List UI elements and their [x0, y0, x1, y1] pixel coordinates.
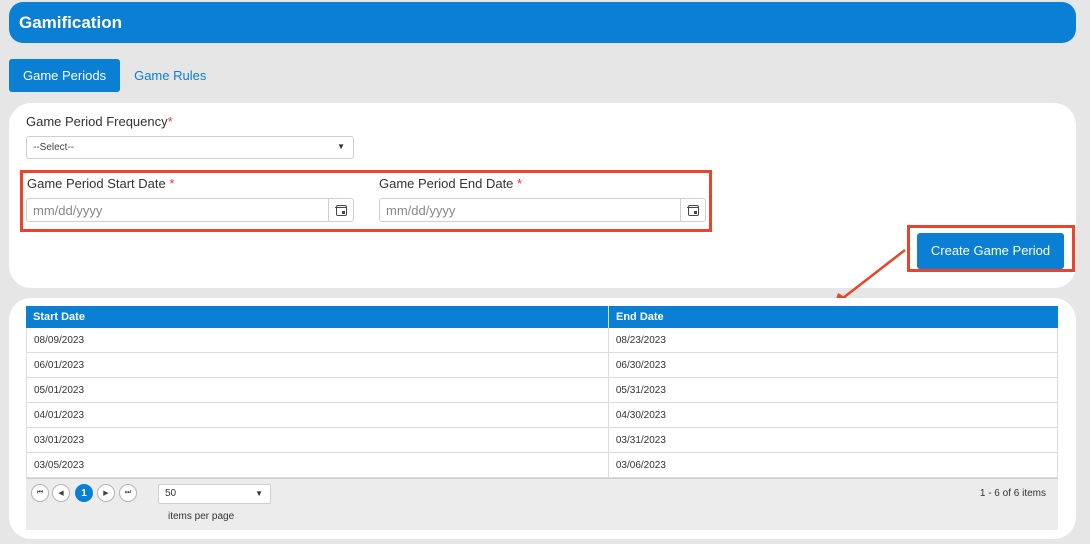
table-row[interactable]: 04/01/2023 04/30/2023	[26, 403, 1058, 428]
start-date-cell: 04/01/2023	[27, 403, 609, 427]
pager-info: 1 - 6 of 6 items	[979, 488, 1046, 499]
pager: ⏮ ◀ 1 ▶ ⏭ 50 ▼ items per page 1 - 6 of 6…	[26, 478, 1058, 530]
start-date-cell: 03/01/2023	[27, 428, 609, 452]
start-date-cell: 06/01/2023	[27, 353, 609, 377]
first-page-button[interactable]: ⏮	[31, 484, 49, 502]
caret-down-icon: ▼	[255, 489, 263, 498]
end-date-cell: 03/06/2023	[615, 460, 666, 471]
previous-page-button[interactable]: ◀	[52, 484, 70, 502]
page-size-select[interactable]: 50 ▼	[158, 484, 271, 504]
last-page-button[interactable]: ⏭	[119, 484, 137, 502]
table-row[interactable]: 03/05/2023 03/06/2023	[26, 453, 1058, 478]
game-periods-grid: Start Date End Date 08/09/2023 08/23/202…	[26, 306, 1058, 530]
end-date-cell: 08/23/2023	[615, 335, 666, 346]
next-page-button[interactable]: ▶	[97, 484, 115, 502]
end-date-cell: 06/30/2023	[615, 360, 666, 371]
end-date-cell: 04/30/2023	[615, 410, 666, 421]
items-per-page-label: items per page	[168, 511, 235, 522]
end-date-cell: 05/31/2023	[615, 385, 666, 396]
start-date-cell: 03/05/2023	[27, 453, 609, 477]
game-periods-grid-card: Start Date End Date 08/09/2023 08/23/202…	[9, 298, 1076, 539]
grid-header: Start Date End Date	[26, 306, 1058, 328]
column-header-end-date[interactable]: End Date	[609, 306, 1058, 328]
table-row[interactable]: 05/01/2023 05/31/2023	[26, 378, 1058, 403]
page-1-button[interactable]: 1	[75, 484, 93, 502]
start-date-cell: 05/01/2023	[27, 378, 609, 402]
page-size-value: 50	[165, 488, 177, 499]
table-row[interactable]: 03/01/2023 03/31/2023	[26, 428, 1058, 453]
end-date-cell: 03/31/2023	[615, 435, 666, 446]
start-date-cell: 08/09/2023	[27, 328, 609, 352]
table-row[interactable]: 06/01/2023 06/30/2023	[26, 353, 1058, 378]
table-row[interactable]: 08/09/2023 08/23/2023	[26, 328, 1058, 353]
column-header-start-date[interactable]: Start Date	[26, 306, 609, 328]
